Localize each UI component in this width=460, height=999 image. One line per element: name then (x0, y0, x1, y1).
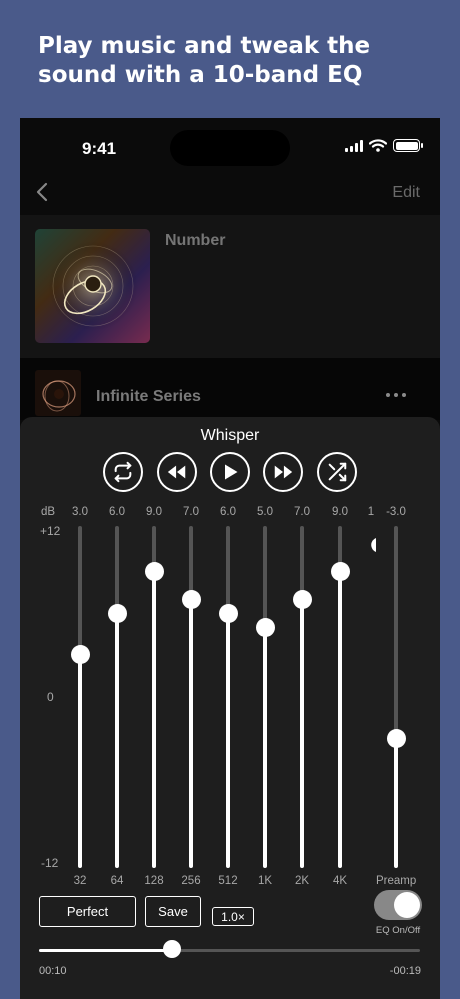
band-1k-freq-label: 1K (257, 875, 273, 887)
headline: Play music and tweak the sound with a 10… (38, 33, 371, 88)
band-1k-gain-label: 5.0 (257, 506, 273, 518)
band-2k-freq-label: 2K (294, 875, 310, 887)
scale-top-label: +12 (40, 524, 61, 538)
play-button[interactable] (210, 452, 250, 492)
track-thumbnail (35, 370, 81, 416)
preamp-freq-label: Preamp (376, 875, 417, 887)
back-chevron-icon[interactable] (32, 180, 56, 204)
track-row[interactable]: Infinite Series (20, 358, 440, 420)
band-512-slider-fill (226, 613, 230, 868)
band-1k-slider-knob[interactable] (255, 617, 275, 637)
status-time: 9:41 (82, 139, 117, 158)
shuffle-button[interactable] (317, 452, 357, 492)
band-64-slider-fill (115, 613, 119, 868)
preset-title: Whisper (200, 427, 260, 444)
band-256-slider-fill (189, 599, 193, 868)
band-128-slider-knob[interactable] (144, 562, 164, 582)
band-64-slider-knob[interactable] (107, 603, 127, 623)
band-4k-slider-knob[interactable] (330, 562, 350, 582)
rewind-button[interactable] (157, 452, 197, 492)
album-header: Number (20, 215, 440, 358)
band-64-freq-label: 64 (110, 875, 124, 887)
elapsed-time: 00:10 (39, 965, 67, 977)
repeat-button[interactable] (103, 452, 143, 492)
equalizer-panel: Whisper dB +12 0 -12 3.0 32 6.0 64 9.0 1… (20, 417, 440, 999)
band-1k-slider-fill (263, 627, 267, 868)
band-2k-gain-label: 7.0 (294, 506, 310, 518)
save-button[interactable]: Save (145, 896, 201, 927)
band-32-slider-knob[interactable] (70, 645, 90, 665)
preamp-slider-knob[interactable] (386, 728, 406, 748)
band-32-freq-label: 32 (73, 875, 87, 887)
wifi-icon (369, 139, 387, 152)
remaining-time: -00:19 (389, 965, 421, 977)
shuffle-icon (328, 462, 347, 482)
band-256-gain-label: 7.0 (183, 506, 199, 518)
band-4k-freq-label: 4K (332, 875, 348, 887)
fast-forward-icon (274, 465, 293, 479)
track-title: Infinite Series (96, 388, 201, 405)
band-512-slider-knob[interactable] (218, 603, 238, 623)
band-128-freq-label: 128 (144, 875, 164, 887)
band-256-slider-knob[interactable] (181, 589, 201, 609)
progress-knob[interactable] (163, 940, 182, 958)
band-2k-slider-fill (300, 599, 304, 868)
progress-fill (39, 949, 173, 952)
preamp-gain-label: -3.0 (386, 506, 406, 518)
band-2k-slider-knob[interactable] (292, 589, 312, 609)
band-512-gain-label: 6.0 (220, 506, 236, 518)
preset-button[interactable]: Perfect (39, 896, 136, 927)
dynamic-island (170, 130, 290, 166)
status-icons (345, 139, 423, 152)
album-art (35, 229, 150, 343)
progress-bar[interactable] (39, 949, 420, 952)
rewind-icon (167, 465, 186, 479)
band-4k-slider-fill (338, 571, 342, 868)
band-128-slider-fill (152, 571, 156, 868)
battery-icon (393, 139, 423, 152)
band-512-freq-label: 512 (218, 875, 238, 887)
eq-toggle[interactable] (374, 890, 422, 920)
scale-bottom-label: -12 (41, 856, 59, 870)
band-32-slider-fill (78, 654, 82, 868)
db-label: dB (41, 506, 56, 518)
repeat-icon (114, 461, 132, 483)
album-title: Number (165, 232, 226, 249)
preamp-slider-fill (394, 738, 398, 868)
scale-zero-label: 0 (47, 690, 54, 704)
partial-band-gain: 1 (367, 506, 375, 518)
speed-button[interactable]: 1.0× (212, 907, 254, 926)
edit-button[interactable]: Edit (392, 184, 420, 202)
partial-band-knob[interactable] (366, 537, 376, 553)
phone-screen: 9:41 Edit Number Infinite Series Whisper… (20, 118, 440, 999)
band-128-gain-label: 9.0 (146, 506, 162, 518)
signal-icon (345, 139, 363, 152)
more-options-icon[interactable] (386, 393, 406, 397)
band-64-gain-label: 6.0 (109, 506, 125, 518)
play-icon (225, 464, 238, 480)
fast-forward-button[interactable] (263, 452, 303, 492)
band-256-freq-label: 256 (181, 875, 201, 887)
band-4k-gain-label: 9.0 (332, 506, 348, 518)
band-32-gain-label: 3.0 (72, 506, 88, 518)
eq-toggle-label: EQ On/Off (375, 925, 421, 936)
